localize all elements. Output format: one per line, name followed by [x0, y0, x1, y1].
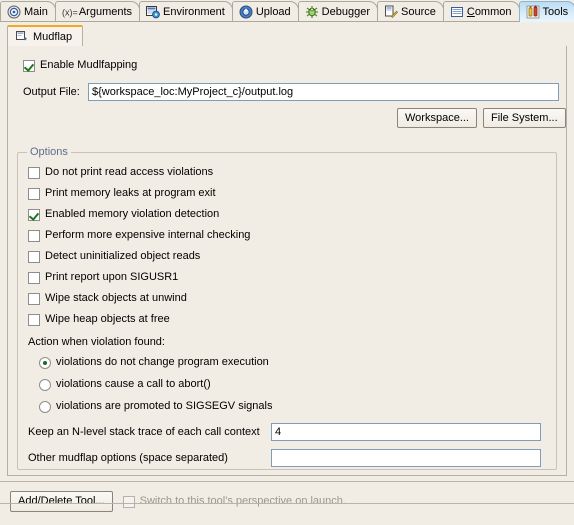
- tools-icon: [526, 5, 540, 19]
- action-radio-label-2: violations are promoted to SIGSEGV signa…: [56, 400, 272, 413]
- output-file-row: Output File:: [23, 83, 559, 101]
- browse-buttons-row: Workspace... File System...: [397, 108, 566, 128]
- tab-arguments[interactable]: (x)= Arguments: [55, 1, 140, 22]
- switch-perspective-label: Switch to this tool's perspective on lau…: [140, 495, 346, 508]
- action-radio-row-2[interactable]: violations are promoted to SIGSEGV signa…: [39, 400, 272, 413]
- upload-icon: [239, 5, 253, 19]
- launch-configuration-window: Main (x)= Arguments Enviro: [0, 0, 574, 503]
- document-icon: [450, 5, 464, 19]
- option-checkbox-4[interactable]: [28, 251, 40, 263]
- action-radio-row-1[interactable]: violations cause a call to abort(): [39, 378, 211, 391]
- option-row-7[interactable]: Wipe heap objects at free: [28, 313, 170, 326]
- add-delete-tool-button[interactable]: Add/Delete Tool...: [10, 491, 113, 512]
- option-checkbox-0[interactable]: [28, 167, 40, 179]
- tab-upload[interactable]: Upload: [232, 1, 299, 22]
- option-label-1: Print memory leaks at program exit: [45, 187, 216, 200]
- action-radio-row-0[interactable]: violations do not change program executi…: [39, 356, 269, 369]
- mudflap-icon: [15, 30, 29, 44]
- tab-tools-label: Tools: [543, 6, 569, 18]
- tool-subtabbar: Mudflap: [7, 25, 567, 47]
- action-radio-2[interactable]: [39, 401, 51, 413]
- switch-perspective-checkbox[interactable]: [123, 496, 135, 508]
- enable-mudflap-row[interactable]: Enable Mudlfapping: [23, 59, 137, 72]
- option-row-4[interactable]: Detect uninitialized object reads: [28, 250, 200, 263]
- stack-trace-label: Keep an N-level stack trace of each call…: [28, 426, 271, 439]
- variable-icon: (x)=: [62, 5, 76, 19]
- tab-common[interactable]: Common: [443, 1, 520, 22]
- other-options-input[interactable]: [271, 449, 541, 467]
- action-radio-1[interactable]: [39, 379, 51, 391]
- tab-environment[interactable]: Environment: [139, 1, 233, 22]
- subtab-mudflap[interactable]: Mudflap: [7, 25, 83, 47]
- option-label-7: Wipe heap objects at free: [45, 313, 170, 326]
- tab-arguments-label: Arguments: [79, 6, 132, 18]
- action-radio-label-0: violations do not change program executi…: [56, 356, 269, 369]
- tab-upload-label: Upload: [256, 6, 291, 18]
- option-label-3: Perform more expensive internal checking: [45, 229, 250, 242]
- stack-trace-row: Keep an N-level stack trace of each call…: [28, 423, 541, 441]
- stack-trace-input[interactable]: [271, 423, 541, 441]
- action-when-violation-label: Action when violation found:: [28, 336, 165, 349]
- enable-mudflap-checkbox[interactable]: [23, 60, 35, 72]
- option-label-4: Detect uninitialized object reads: [45, 250, 200, 263]
- mudflap-form: Enable Mudlfapping Output File: Workspac…: [7, 46, 567, 476]
- option-checkbox-1[interactable]: [28, 188, 40, 200]
- option-label-5: Print report upon SIGUSR1: [45, 271, 178, 284]
- target-icon: [7, 5, 21, 19]
- options-group-title: Options: [27, 146, 71, 158]
- option-row-6[interactable]: Wipe stack objects at unwind: [28, 292, 187, 305]
- tools-tab-pane: Mudflap Enable Mudlfapping Output File: …: [0, 21, 574, 503]
- tab-common-label: Common: [467, 6, 512, 18]
- enable-mudflap-label: Enable Mudlfapping: [40, 59, 137, 72]
- tab-tools[interactable]: Tools: [519, 1, 574, 22]
- footer-controls: Add/Delete Tool... Switch to this tool's…: [10, 491, 346, 512]
- other-options-label: Other mudflap options (space separated): [28, 452, 271, 465]
- output-file-label: Output File:: [23, 86, 85, 99]
- subtab-mudflap-label: Mudflap: [33, 31, 72, 43]
- tab-debugger-label: Debugger: [322, 6, 370, 18]
- option-checkbox-5[interactable]: [28, 272, 40, 284]
- tab-source[interactable]: Source: [377, 1, 444, 22]
- action-radio-0[interactable]: [39, 357, 51, 369]
- bug-icon: [305, 5, 319, 19]
- option-checkbox-2[interactable]: [28, 209, 40, 221]
- option-row-5[interactable]: Print report upon SIGUSR1: [28, 271, 178, 284]
- option-row-2[interactable]: Enabled memory violation detection: [28, 208, 219, 221]
- environment-icon: [146, 5, 160, 19]
- action-label-row: Action when violation found:: [28, 336, 165, 349]
- workspace-button[interactable]: Workspace...: [397, 108, 477, 128]
- tab-debugger[interactable]: Debugger: [298, 1, 378, 22]
- subtabbar-filler: [83, 26, 567, 47]
- option-label-0: Do not print read access violations: [45, 166, 213, 179]
- tab-main[interactable]: Main: [0, 1, 56, 22]
- output-file-input[interactable]: [88, 83, 559, 101]
- footer-bottom-divider: [0, 503, 574, 504]
- option-checkbox-7[interactable]: [28, 314, 40, 326]
- option-label-2: Enabled memory violation detection: [45, 208, 219, 221]
- launch-config-tabbar: Main (x)= Arguments Enviro: [0, 0, 574, 22]
- option-checkbox-6[interactable]: [28, 293, 40, 305]
- source-folder-icon: [384, 5, 398, 19]
- option-row-3[interactable]: Perform more expensive internal checking: [28, 229, 250, 242]
- action-radio-label-1: violations cause a call to abort(): [56, 378, 211, 391]
- option-checkbox-3[interactable]: [28, 230, 40, 242]
- tab-main-label: Main: [24, 6, 48, 18]
- file-system-button[interactable]: File System...: [483, 108, 566, 128]
- option-row-0[interactable]: Do not print read access violations: [28, 166, 213, 179]
- options-groupbox: Options Do not print read access violati…: [17, 152, 557, 470]
- tab-source-label: Source: [401, 6, 436, 18]
- svg-text:(x)=: (x)=: [62, 8, 78, 18]
- other-options-row: Other mudflap options (space separated): [28, 449, 541, 467]
- option-row-1[interactable]: Print memory leaks at program exit: [28, 187, 216, 200]
- option-label-6: Wipe stack objects at unwind: [45, 292, 187, 305]
- tab-environment-label: Environment: [163, 6, 225, 18]
